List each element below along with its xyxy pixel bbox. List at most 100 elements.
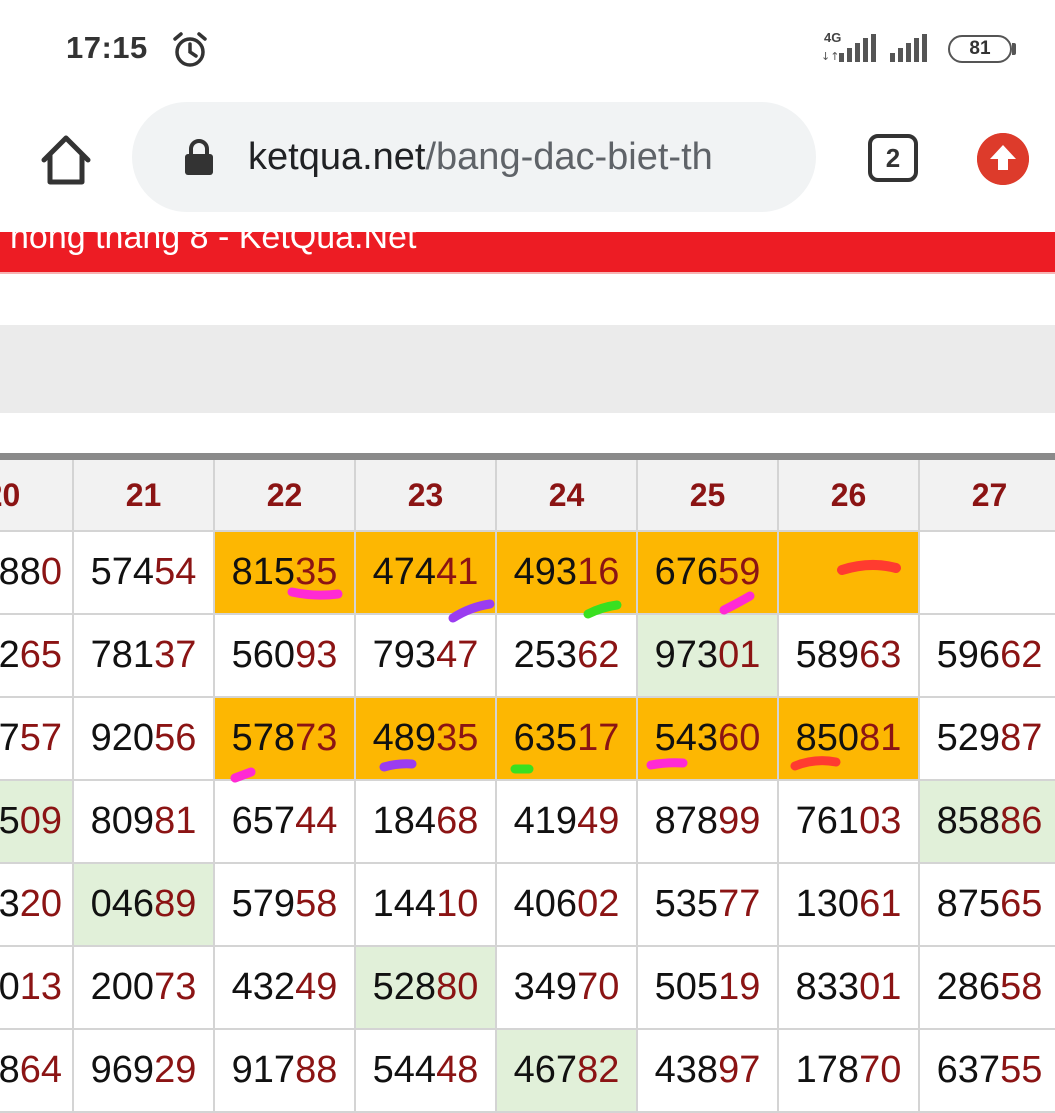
number-head: 432 [231, 966, 296, 1008]
url-path: /bang-dac-biet-th [425, 136, 713, 178]
number-tail: 60 [718, 717, 761, 759]
number-tail: 62 [577, 634, 620, 676]
number-tail: 73 [154, 966, 197, 1008]
table-top-border [0, 453, 1055, 460]
table-cell: 320 [0, 864, 74, 947]
number-head: 809 [90, 800, 155, 842]
table-cell: 04689 [74, 864, 215, 947]
table-cell: 25362 [497, 615, 638, 698]
number-tail: 63 [859, 634, 902, 676]
clock-time: 17:15 [66, 30, 148, 65]
table-cell: 59662 [920, 615, 1055, 698]
number-head: 543 [654, 717, 719, 759]
table-cell: 20073 [74, 947, 215, 1030]
result-number: 18468 [373, 800, 479, 843]
column-header-22: 22 [215, 460, 356, 532]
result-number: 85081 [796, 717, 902, 760]
column-header-20: 20 [0, 460, 74, 532]
number-tail: 17 [577, 717, 620, 759]
number-tail: 20 [19, 883, 62, 925]
number-tail: 57 [19, 717, 62, 759]
url-text[interactable]: ketqua.net/bang-dac-biet-th [248, 136, 793, 179]
result-number: 14410 [373, 883, 479, 926]
result-number: 65744 [232, 800, 338, 843]
number-head: 7 [0, 717, 20, 759]
table-cell: 63755 [920, 1030, 1055, 1113]
result-number: 78137 [91, 634, 197, 677]
tabs-icon[interactable]: 2 [868, 134, 918, 182]
signal-icon [890, 34, 927, 62]
result-number: 52880 [373, 966, 479, 1009]
result-number: 59662 [937, 634, 1043, 677]
table-cell: 34970 [497, 947, 638, 1030]
table-cell: 13061 [779, 864, 920, 947]
number-tail: 81 [859, 717, 902, 759]
result-number: 49316 [514, 551, 620, 594]
number-head: 574 [90, 551, 155, 593]
number-head: 637 [936, 1049, 1001, 1091]
result-number: 47441 [373, 551, 479, 594]
number-head: 438 [654, 1049, 719, 1091]
table-cell: 14410 [356, 864, 497, 947]
number-tail: 99 [718, 800, 761, 842]
table-cell: 91788 [215, 1030, 356, 1113]
result-number: 96929 [91, 1049, 197, 1092]
number-head: 529 [936, 717, 1001, 759]
number-head: 406 [513, 883, 578, 925]
number-head: 973 [654, 634, 719, 676]
result-number: 28658 [937, 966, 1043, 1009]
result-number: 97301 [655, 634, 761, 677]
number-tail: 29 [154, 1049, 197, 1091]
result-number: 320 [0, 883, 62, 926]
result-number: 54360 [655, 717, 761, 760]
result-number: 87565 [937, 883, 1043, 926]
battery-nub [1012, 43, 1016, 55]
update-icon[interactable] [977, 133, 1029, 185]
home-icon[interactable] [38, 132, 94, 188]
table-cell: 58963 [779, 615, 920, 698]
url-domain: ketqua.net [248, 136, 426, 178]
result-number: 92056 [91, 717, 197, 760]
column-header-25: 25 [638, 460, 779, 532]
result-number: 864 [0, 1049, 62, 1092]
table-cell: 54360 [638, 698, 779, 781]
result-number: 83301 [796, 966, 902, 1009]
result-number: 56093 [232, 634, 338, 677]
table-cell: 57454 [74, 532, 215, 615]
number-head: 8 [0, 1049, 20, 1091]
number-head: 419 [513, 800, 578, 842]
number-head: 920 [90, 717, 155, 759]
number-tail: 97 [718, 1049, 761, 1091]
result-number: 58963 [796, 634, 902, 677]
table-cell: 80981 [74, 781, 215, 864]
number-tail: 54 [154, 551, 197, 593]
table-cell: 67659 [638, 532, 779, 615]
lock-icon[interactable] [182, 138, 216, 176]
number-head: 858 [936, 800, 1001, 842]
column-header-21: 21 [74, 460, 215, 532]
table-cell: 48935 [356, 698, 497, 781]
number-head: 969 [90, 1049, 155, 1091]
number-tail: 02 [577, 883, 620, 925]
table-cell: 013 [0, 947, 74, 1030]
number-tail: 61 [859, 883, 902, 925]
alarm-icon [173, 32, 207, 67]
number-tail: 64 [19, 1049, 62, 1091]
table-cell: 265 [0, 615, 74, 698]
number-head: 184 [372, 800, 437, 842]
table-cell: 54448 [356, 1030, 497, 1113]
number-head: 046 [90, 883, 155, 925]
number-head: 0 [0, 966, 20, 1008]
number-tail: 82 [577, 1049, 620, 1091]
number-tail: 65 [1000, 883, 1043, 925]
signal-icon: ↓↑ [821, 34, 876, 63]
number-head: 793 [372, 634, 437, 676]
number-tail: 35 [436, 717, 479, 759]
number-tail: 56 [154, 717, 197, 759]
table-cell: 76103 [779, 781, 920, 864]
result-number: 17870 [796, 1049, 902, 1092]
number-tail: 49 [577, 800, 620, 842]
number-head: 657 [231, 800, 296, 842]
number-tail: 10 [436, 883, 479, 925]
table-cell: 49316 [497, 532, 638, 615]
